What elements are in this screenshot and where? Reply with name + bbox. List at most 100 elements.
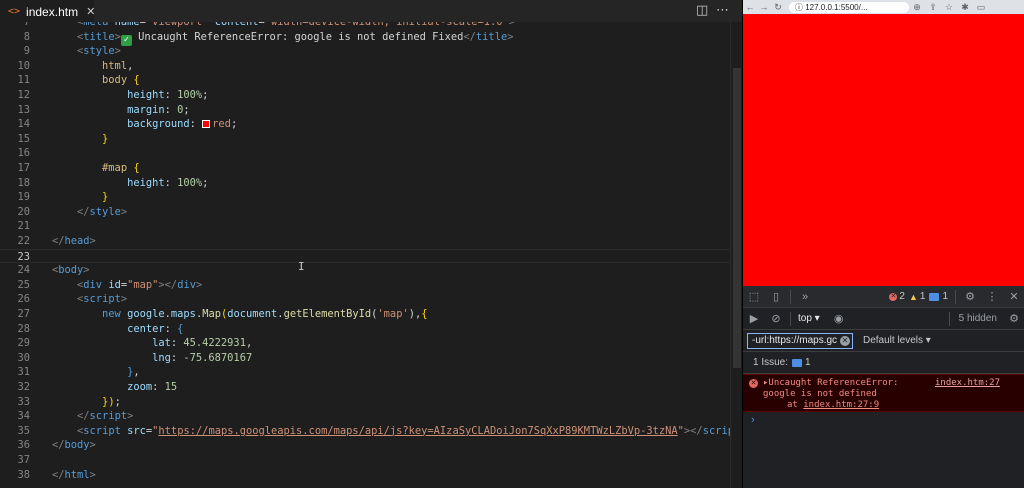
issue-icon [792, 358, 803, 367]
code-line[interactable]: 12 height: 100%; [0, 88, 730, 103]
line-number: 15 [17, 132, 30, 145]
log-levels-dropdown[interactable]: Default levels ▾ [863, 335, 931, 346]
bookmark-star-icon[interactable]: ☆ [941, 2, 957, 13]
line-number: 35 [17, 424, 30, 437]
console-settings-gear-icon[interactable]: ⚙ [1003, 312, 1024, 325]
code-area[interactable]: 7 <meta name="viewport" content="width=d… [0, 22, 730, 488]
code-line[interactable]: 31 }, [0, 365, 730, 380]
line-text: new google.maps.Map(document.getElementB… [102, 308, 428, 320]
warning-icon: ▲ [908, 291, 918, 302]
code-line[interactable]: 14 background: red; [0, 117, 730, 132]
inspect-element-icon[interactable]: ⬚ [743, 290, 765, 303]
address-bar[interactable]: ⓘ 127.0.0.1:5500/... [789, 1, 909, 13]
code-line[interactable]: 19 } [0, 190, 730, 205]
line-text: <style> [77, 45, 121, 58]
code-line[interactable]: 32 zoom: 15 [0, 380, 730, 395]
clear-console-icon[interactable]: ⊘ [765, 312, 787, 325]
line-number: 11 [17, 74, 30, 87]
line-text: html, [102, 59, 134, 72]
console-sidebar-icon[interactable]: ▶ [743, 312, 765, 325]
code-line[interactable]: 27 new google.maps.Map(document.getEleme… [0, 307, 730, 322]
console-error-message[interactable]: ✕ ▸Uncaught ReferenceError: index.htm:27… [743, 374, 1024, 412]
code-line[interactable]: 7 <meta name="viewport" content="width=d… [0, 22, 730, 30]
code-line[interactable]: 17 #map { [0, 161, 730, 176]
scrollbar-thumb[interactable] [733, 68, 741, 368]
error-icon: ✕ [749, 379, 758, 388]
error-count-badge[interactable]: ✕ 2 [889, 291, 905, 302]
code-line[interactable]: 18 height: 100%; [0, 176, 730, 191]
side-panel-icon[interactable]: ▭ [973, 2, 989, 13]
warning-count-badge[interactable]: ▲ 1 [909, 291, 925, 302]
code-line[interactable]: 11 body { [0, 73, 730, 88]
line-number: 29 [17, 337, 30, 350]
code-line[interactable]: 33 }); [0, 395, 730, 410]
device-toolbar-icon[interactable]: ▯ [765, 290, 787, 303]
code-line[interactable]: 22 </head> [0, 234, 730, 249]
code-line[interactable]: 21 [0, 219, 730, 234]
site-info-icon[interactable]: ⓘ [795, 3, 803, 12]
code-line[interactable]: 34 </script> [0, 409, 730, 424]
issues-bar[interactable]: 1 Issue: 1 [743, 352, 1024, 374]
code-line[interactable]: 36 </body> [0, 438, 730, 453]
code-line[interactable]: 23 [0, 248, 730, 264]
line-number: 36 [17, 439, 30, 452]
line-text: <meta name="viewport" content="width=dev… [77, 22, 516, 28]
code-line[interactable]: 26 <script> [0, 292, 730, 307]
back-icon[interactable]: ← [743, 2, 757, 12]
line-text: <div id="map"></div> [77, 278, 203, 291]
code-line[interactable]: 25 <div id="map"></div> [0, 278, 730, 293]
console-filter-input[interactable]: -url:https://maps.gc ✕ [747, 332, 853, 349]
line-number: 28 [17, 322, 30, 335]
code-line[interactable]: 29 lat: 45.4222931, [0, 336, 730, 351]
line-text: }, [127, 366, 140, 379]
error-icon: ✕ [889, 292, 898, 301]
page-viewport[interactable] [743, 14, 1024, 286]
code-line[interactable]: 30 lng: -75.6870167 [0, 351, 730, 366]
code-line[interactable]: 9 <style> [0, 44, 730, 59]
devtools-menu-icon[interactable]: ⋮ [981, 290, 1003, 303]
line-text: </body> [52, 439, 96, 452]
line-number: 19 [17, 191, 30, 204]
line-text: <script> [77, 293, 128, 306]
code-line[interactable]: 37 [0, 453, 730, 468]
code-line[interactable]: 13 margin: 0; [0, 103, 730, 118]
line-number: 20 [17, 205, 30, 218]
line-text: #map { [102, 162, 140, 174]
code-line[interactable]: 15 } [0, 132, 730, 147]
divider [790, 311, 791, 326]
reload-icon[interactable]: ↻ [771, 2, 785, 13]
zoom-icon[interactable]: ⊕ [909, 2, 925, 13]
code-line[interactable]: 8 <title> ✓ Uncaught ReferenceError: goog… [0, 30, 730, 46]
settings-gear-icon[interactable]: ⚙ [959, 290, 981, 303]
code-line[interactable]: 16 [0, 146, 730, 161]
line-number: 25 [17, 278, 30, 291]
forward-icon[interactable]: → [757, 2, 771, 12]
message-count-badge[interactable]: 1 [929, 291, 948, 302]
code-line[interactable]: 38 </html> [0, 468, 730, 483]
close-devtools-icon[interactable]: ✕ [1003, 290, 1024, 303]
error-source-link[interactable]: index.htm:27 [935, 378, 1000, 388]
tab-index-htm[interactable]: <> index.htm ✕ [0, 0, 95, 22]
error-title[interactable]: ▸Uncaught ReferenceError: [763, 378, 898, 388]
tab-label: index.htm [26, 4, 79, 19]
extensions-icon[interactable]: ✱ [957, 2, 973, 13]
stack-frame-link[interactable]: index.htm:27:9 [803, 400, 879, 410]
code-line[interactable]: 24 <body> [0, 263, 730, 278]
code-line[interactable]: 35 <script src="https://maps.googleapis.… [0, 424, 730, 439]
close-tab-icon[interactable]: ✕ [86, 5, 95, 18]
line-number: 13 [17, 103, 30, 116]
more-actions-icon[interactable]: ⋯ [716, 3, 729, 18]
code-line[interactable]: 10 html, [0, 59, 730, 74]
code-line[interactable]: 20 </style> [0, 205, 730, 220]
split-editor-icon[interactable]: ◫ [696, 3, 708, 18]
more-tabs-icon[interactable]: » [794, 291, 816, 303]
editor-scrollbar[interactable] [730, 22, 742, 488]
console-prompt[interactable]: › [751, 414, 755, 426]
code-editor[interactable]: <> index.htm ✕ ◫ ⋯ 7 <meta name="viewpor… [0, 0, 742, 488]
code-line[interactable]: 28 center: { [0, 322, 730, 337]
context-selector[interactable]: top ▾ [798, 313, 820, 324]
live-expression-eye-icon[interactable]: ◉ [828, 312, 850, 325]
clear-filter-icon[interactable]: ✕ [840, 335, 850, 346]
share-icon[interactable]: ⇪ [925, 2, 941, 13]
message-icon [929, 292, 940, 301]
